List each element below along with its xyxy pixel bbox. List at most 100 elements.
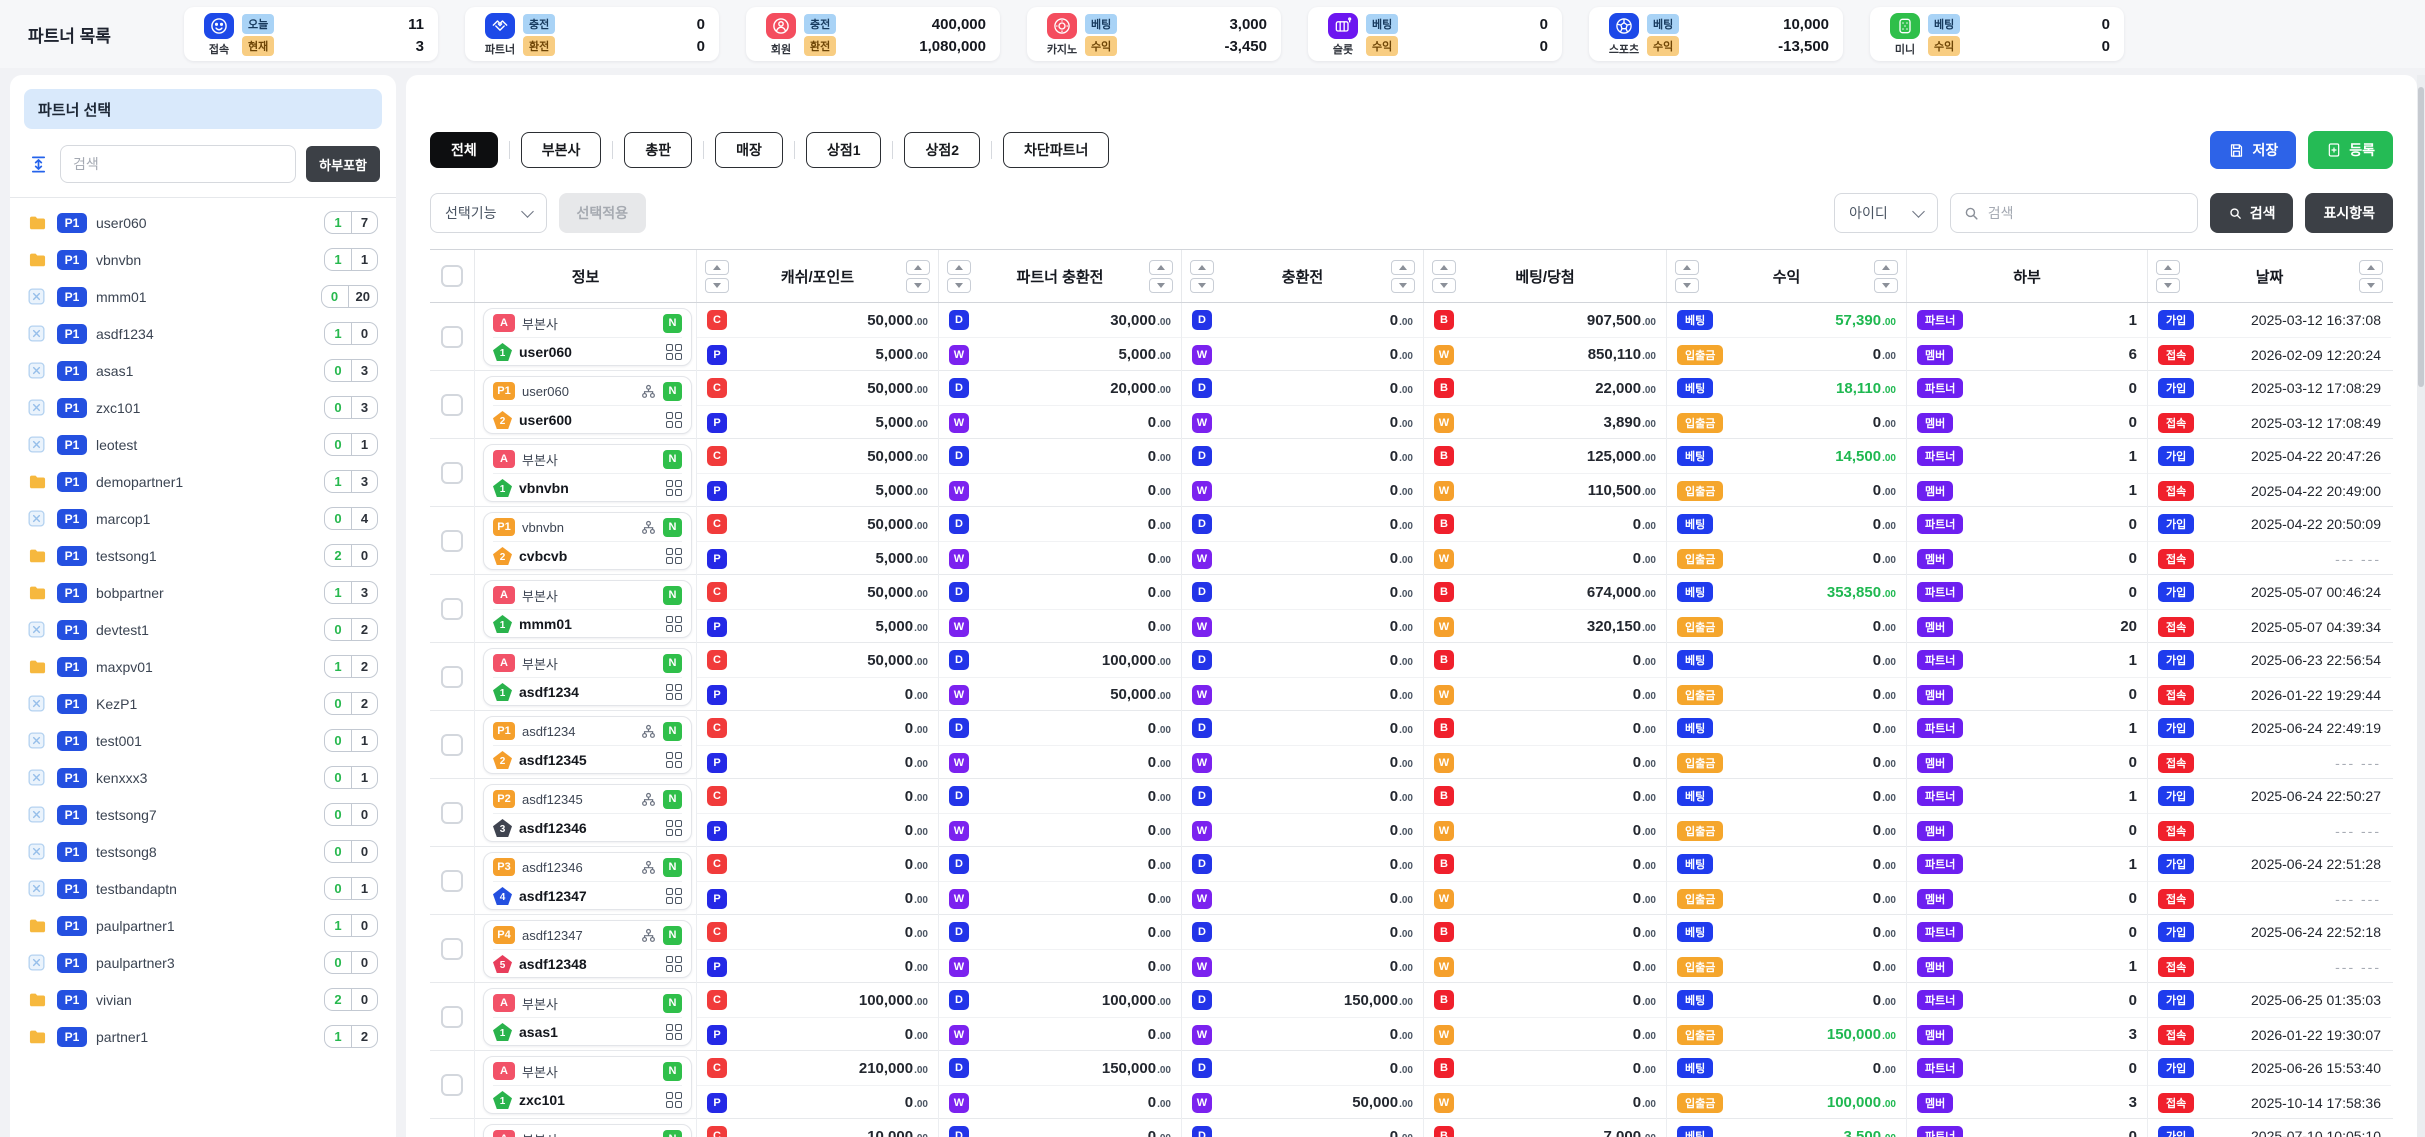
sort-buttons[interactable] — [947, 259, 971, 293]
row-checkbox[interactable] — [441, 734, 463, 756]
grid-menu-icon[interactable] — [666, 820, 682, 836]
sort-buttons[interactable] — [1149, 259, 1173, 293]
sidebar-partner-item[interactable]: P1 testsong7 00 — [24, 796, 382, 833]
sidebar-partner-item[interactable]: P1 vivian 20 — [24, 981, 382, 1018]
partner-type-tab[interactable]: 총판 — [624, 132, 693, 168]
partner-info-card[interactable]: A 부본사 N 1 vbnvbn — [483, 444, 692, 502]
grid-menu-icon[interactable] — [666, 344, 682, 360]
partner-node-icon[interactable] — [28, 806, 48, 824]
partner-node-icon[interactable] — [28, 880, 48, 898]
partner-node-icon[interactable] — [28, 325, 48, 343]
sort-buttons[interactable] — [2359, 259, 2383, 293]
sidebar-search-input[interactable] — [60, 145, 297, 183]
row-checkbox[interactable] — [441, 666, 463, 688]
partner-type-tab[interactable]: 부본사 — [520, 132, 602, 168]
row-checkbox[interactable] — [441, 530, 463, 552]
sidebar-partner-item[interactable]: P1 vbnvbn 11 — [24, 241, 382, 278]
display-columns-button[interactable]: 표시항목 — [2305, 193, 2393, 233]
sort-buttons[interactable] — [705, 259, 729, 293]
sidebar-partner-item[interactable]: P1 KezP1 02 — [24, 685, 382, 722]
sort-buttons[interactable] — [906, 259, 930, 293]
sort-buttons[interactable] — [2156, 259, 2180, 293]
partner-node-icon[interactable] — [28, 399, 48, 417]
row-checkbox[interactable] — [441, 326, 463, 348]
row-checkbox[interactable] — [441, 870, 463, 892]
sidebar-partner-item[interactable]: P1 kenxxx3 01 — [24, 759, 382, 796]
hierarchy-icon[interactable] — [641, 928, 656, 943]
include-sub-button[interactable]: 하부포함 — [306, 146, 380, 182]
register-button[interactable]: 등록 — [2308, 131, 2393, 169]
apply-selection-button[interactable]: 선택적용 — [558, 193, 647, 233]
partner-info-card[interactable]: P1 asdf1234 N 2 asdf12345 — [483, 716, 692, 774]
partner-type-tab[interactable]: 상점2 — [904, 132, 981, 168]
partner-info-card[interactable]: A 부본사 N 1 leotest — [483, 1124, 692, 1137]
sidebar-partner-item[interactable]: P1 asas1 03 — [24, 352, 382, 389]
sidebar-partner-item[interactable]: P1 mmm01 0 20 — [24, 278, 382, 315]
grid-menu-icon[interactable] — [666, 412, 682, 428]
partner-node-icon[interactable] — [28, 991, 48, 1009]
expand-tree-icon[interactable] — [26, 152, 50, 176]
sort-buttons[interactable] — [1391, 259, 1415, 293]
partner-type-tab[interactable]: 차단파트너 — [1003, 132, 1110, 168]
grid-menu-icon[interactable] — [666, 684, 682, 700]
select-all-checkbox[interactable] — [441, 265, 463, 287]
sort-buttons[interactable] — [1432, 259, 1456, 293]
sidebar-partner-item[interactable]: P1 maxpv01 12 — [24, 648, 382, 685]
partner-node-icon[interactable] — [28, 954, 48, 972]
partner-node-icon[interactable] — [28, 362, 48, 380]
grid-menu-icon[interactable] — [666, 956, 682, 972]
sidebar-partner-item[interactable]: P1 demopartner1 13 — [24, 463, 382, 500]
row-checkbox[interactable] — [441, 1074, 463, 1096]
row-checkbox[interactable] — [441, 802, 463, 824]
vertical-scrollbar[interactable] — [2417, 75, 2425, 1137]
scrollbar-thumb[interactable] — [2418, 87, 2424, 387]
partner-info-card[interactable]: P1 vbnvbn N 2 cvbcvb — [483, 512, 692, 570]
partner-node-icon[interactable] — [28, 843, 48, 861]
partner-info-card[interactable]: P1 user060 N 2 user600 — [483, 376, 692, 434]
sidebar-partner-item[interactable]: P1 zxc101 03 — [24, 389, 382, 426]
sidebar-partner-item[interactable]: P1 testsong1 20 — [24, 537, 382, 574]
row-checkbox[interactable] — [441, 1006, 463, 1028]
hierarchy-icon[interactable] — [641, 520, 656, 535]
partner-node-icon[interactable] — [28, 251, 48, 269]
partner-type-tab[interactable]: 상점1 — [805, 132, 882, 168]
sidebar-partner-item[interactable]: P1 testbandaptn 01 — [24, 870, 382, 907]
sidebar-partner-item[interactable]: P1 devtest1 02 — [24, 611, 382, 648]
sidebar-partner-item[interactable]: P1 marcop1 04 — [24, 500, 382, 537]
sidebar-partner-item[interactable]: P1 leotest 01 — [24, 426, 382, 463]
sidebar-partner-item[interactable]: P1 paulpartner1 10 — [24, 907, 382, 944]
partner-node-icon[interactable] — [28, 214, 48, 232]
sidebar-partner-item[interactable]: P1 paulpartner3 00 — [24, 944, 382, 981]
search-button[interactable]: 검색 — [2209, 193, 2294, 233]
row-checkbox[interactable] — [441, 938, 463, 960]
partner-node-icon[interactable] — [28, 769, 48, 787]
partner-info-card[interactable]: A 부본사 N 1 asdf1234 — [483, 648, 692, 706]
sidebar-partner-item[interactable]: P1 test001 01 — [24, 722, 382, 759]
partner-node-icon[interactable] — [28, 288, 48, 306]
partner-info-card[interactable]: A 부본사 N 1 mmm01 — [483, 580, 692, 638]
sidebar-partner-item[interactable]: P1 testsong8 00 — [24, 833, 382, 870]
hierarchy-icon[interactable] — [641, 724, 656, 739]
partner-type-tab[interactable]: 매장 — [715, 132, 783, 168]
search-input[interactable] — [1987, 205, 2185, 221]
hierarchy-icon[interactable] — [641, 384, 656, 399]
row-checkbox[interactable] — [441, 598, 463, 620]
sidebar-partner-item[interactable]: P1 asdf1234 10 — [24, 315, 382, 352]
grid-menu-icon[interactable] — [666, 1092, 682, 1108]
grid-menu-icon[interactable] — [666, 616, 682, 632]
grid-menu-icon[interactable] — [666, 752, 682, 768]
row-checkbox[interactable] — [441, 462, 463, 484]
partner-node-icon[interactable] — [28, 658, 48, 676]
sort-buttons[interactable] — [1190, 259, 1214, 293]
partner-node-icon[interactable] — [28, 621, 48, 639]
save-button[interactable]: 저장 — [2210, 131, 2297, 169]
select-function-dropdown[interactable]: 선택기능 — [430, 193, 547, 233]
partner-node-icon[interactable] — [28, 547, 48, 565]
partner-node-icon[interactable] — [28, 695, 48, 713]
row-checkbox[interactable] — [441, 394, 463, 416]
partner-info-card[interactable]: A 부본사 N 1 user060 — [483, 308, 692, 366]
partner-info-card[interactable]: P2 asdf12345 N 3 asdf12346 — [483, 784, 692, 842]
partner-info-card[interactable]: P4 asdf12347 N 5 asdf12348 — [483, 920, 692, 978]
grid-menu-icon[interactable] — [666, 480, 682, 496]
partner-node-icon[interactable] — [28, 1028, 48, 1046]
